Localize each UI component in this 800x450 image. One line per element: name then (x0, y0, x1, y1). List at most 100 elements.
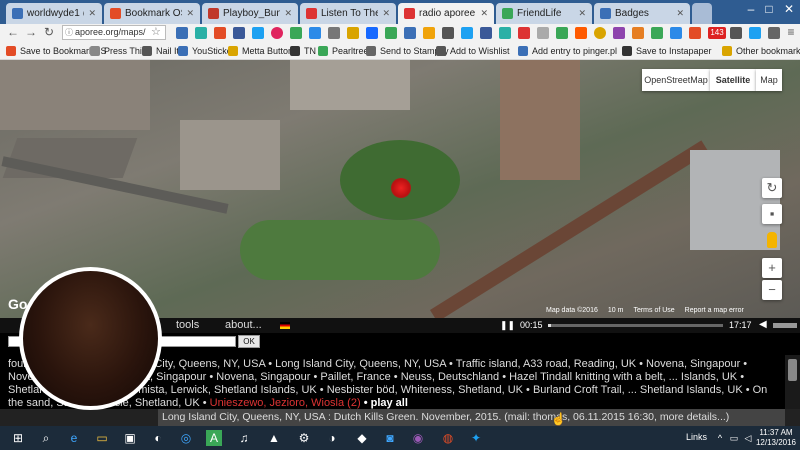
extension-icon[interactable] (423, 27, 435, 39)
extension-icon[interactable] (499, 27, 511, 39)
location-link-highlighted[interactable]: Unieszewo, Jeziorо, Wiosla (2) (210, 397, 361, 409)
tab-close-icon[interactable]: ✕ (186, 8, 194, 19)
bookmark-item[interactable]: YouSticker (178, 44, 235, 58)
other-bookmarks[interactable]: Other bookmarks (722, 44, 800, 58)
tab-close-icon[interactable]: ✕ (480, 8, 488, 19)
minimize-icon[interactable]: – (742, 2, 760, 16)
extension-icon[interactable] (575, 27, 587, 39)
bookmark-item[interactable]: Nail It (142, 44, 179, 58)
extension-icon[interactable] (233, 27, 245, 39)
extension-icon[interactable] (214, 27, 226, 39)
new-tab-button[interactable] (692, 3, 712, 24)
store-icon[interactable]: ▣ (122, 430, 138, 446)
bookmark-star-icon[interactable]: ☆ (151, 25, 161, 38)
tab-5[interactable]: FriendLife ✕ (496, 3, 592, 24)
globe-icon[interactable]: ◎ (178, 430, 194, 446)
extension-icon[interactable] (670, 27, 682, 39)
extension-icon[interactable] (328, 27, 340, 39)
report-error-link[interactable]: Report a map error (685, 307, 744, 317)
maximize-icon[interactable]: □ (760, 2, 778, 16)
bookmark-item[interactable]: Add to Wishlist (436, 44, 510, 58)
app-icon[interactable]: ◐ (150, 430, 166, 446)
start-icon[interactable]: ⊞ (10, 430, 26, 446)
app-icon[interactable]: ◑ (324, 430, 340, 446)
tab-2[interactable]: Playboy_Bunny_Music_ ✕ (202, 3, 298, 24)
app-icon[interactable]: ◙ (382, 430, 398, 446)
extension-icon[interactable] (518, 27, 530, 39)
bookmark-item[interactable]: Metta Button (228, 44, 293, 58)
bookmark-item[interactable]: TN (290, 44, 316, 58)
bookmark-item[interactable]: Pearltrees (318, 44, 373, 58)
extension-icon[interactable] (768, 27, 780, 39)
search-icon[interactable]: ⌕ (38, 430, 54, 446)
extension-icon[interactable] (632, 27, 644, 39)
tab-6[interactable]: Badges ✕ (594, 3, 690, 24)
bookmark-item[interactable]: Add entry to pinger.pl (518, 44, 617, 58)
app-icon[interactable]: ◍ (440, 430, 456, 446)
zoom-out-icon[interactable]: − (762, 280, 782, 300)
tab-close-icon[interactable]: ✕ (382, 8, 390, 19)
german-flag-icon[interactable] (280, 322, 290, 329)
links-toolbar[interactable]: Links (686, 432, 707, 442)
tab-close-icon[interactable]: ✕ (88, 8, 96, 19)
extension-icon[interactable] (613, 27, 625, 39)
extension-icon[interactable] (730, 27, 742, 39)
tab-close-icon[interactable]: ✕ (284, 8, 292, 19)
menu-icon[interactable]: ≡ (784, 25, 798, 39)
play-all-link[interactable]: • play all (364, 397, 408, 409)
notification-badge[interactable]: 143 (708, 27, 726, 39)
extension-icon[interactable] (252, 27, 264, 39)
extension-icon[interactable] (556, 27, 568, 39)
tab-close-icon[interactable]: ✕ (676, 8, 684, 19)
extension-icon[interactable] (404, 27, 416, 39)
tab-3[interactable]: Listen To The Sounds O ✕ (300, 3, 396, 24)
volume-slider[interactable] (773, 323, 797, 328)
about-link[interactable]: about... (225, 319, 262, 331)
extension-icon[interactable] (594, 27, 606, 39)
system-clock[interactable]: 11:37 AM 12/13/2016 (754, 428, 798, 448)
file-explorer-icon[interactable]: ▭ (94, 430, 110, 446)
heart-icon[interactable] (271, 27, 283, 39)
settings-icon[interactable]: ⚙ (296, 430, 312, 446)
close-window-icon[interactable]: ✕ (780, 2, 798, 16)
sound-marker-icon[interactable] (391, 178, 411, 198)
tab-1[interactable]: Bookmark OS | Unlock ✕ (104, 3, 200, 24)
bookmark-item[interactable]: Press This (90, 44, 146, 58)
photos-icon[interactable]: ▲ (266, 430, 282, 446)
recording-info-bar[interactable]: Long Island City, Queens, NY, USA : Dutc… (158, 409, 785, 426)
volume-icon[interactable]: ◀ (759, 319, 767, 330)
extension-icon[interactable] (689, 27, 701, 39)
back-icon[interactable]: ← (6, 25, 20, 39)
tab-0[interactable]: worldwyde1 @ eMarks ✕ (6, 3, 102, 24)
terms-link[interactable]: Terms of Use (633, 307, 674, 317)
app-icon[interactable]: ◆ (354, 430, 370, 446)
pause-icon[interactable]: ❚❚ (500, 320, 515, 331)
ok-button[interactable]: OK (238, 335, 260, 348)
extension-icon[interactable] (347, 27, 359, 39)
extension-icon[interactable] (537, 27, 549, 39)
map-type-satellite[interactable]: Satellite (710, 69, 756, 91)
extension-icon[interactable] (290, 27, 302, 39)
extension-icon[interactable] (749, 27, 761, 39)
progress-bar[interactable] (548, 324, 723, 327)
extension-icon[interactable] (651, 27, 663, 39)
twitter-icon[interactable]: ✦ (468, 430, 484, 446)
forward-icon[interactable]: → (24, 25, 38, 39)
extension-icon[interactable] (366, 27, 378, 39)
edge-icon[interactable]: e (66, 430, 82, 446)
extension-icon[interactable] (461, 27, 473, 39)
rotate-icon[interactable]: ↻ (762, 178, 782, 198)
app-icon[interactable]: ◉ (410, 430, 426, 446)
zoom-in-icon[interactable]: + (762, 258, 782, 278)
extension-icon[interactable] (176, 27, 188, 39)
bookmark-item[interactable]: Save to Instapaper (622, 44, 712, 58)
extension-icon[interactable] (309, 27, 321, 39)
pegman-icon[interactable] (767, 232, 777, 248)
tab-close-icon[interactable]: ✕ (578, 8, 586, 19)
extension-icon[interactable] (195, 27, 207, 39)
extension-icon[interactable] (385, 27, 397, 39)
scrollbar-thumb[interactable] (788, 359, 797, 381)
app-icon[interactable]: ♫ (236, 430, 252, 446)
tilt-icon[interactable]: ▪ (762, 204, 782, 224)
reload-icon[interactable]: ↻ (42, 25, 56, 39)
